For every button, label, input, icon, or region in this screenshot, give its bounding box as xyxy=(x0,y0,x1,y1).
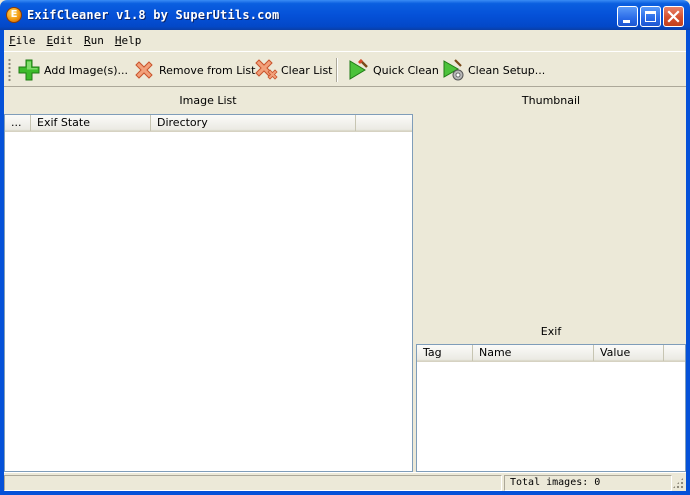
minimize-button[interactable] xyxy=(617,6,638,27)
clear-list-icon xyxy=(255,59,278,80)
column-header-name[interactable]: Name xyxy=(473,345,594,361)
toolbar-separator xyxy=(336,58,338,82)
total-images-status: Total images: 0 xyxy=(504,475,672,491)
status-panel-main xyxy=(4,475,502,491)
window-frame-bottom xyxy=(0,491,690,495)
clean-setup-label: Clean Setup... xyxy=(468,63,546,77)
column-header-directory[interactable]: Directory xyxy=(151,115,356,131)
maximize-button[interactable] xyxy=(640,6,661,27)
clear-list-button[interactable]: Clear List xyxy=(254,56,333,84)
thumbnail-title: Thumbnail xyxy=(521,94,581,107)
gear-play-icon xyxy=(443,59,464,81)
app-icon[interactable]: E xyxy=(6,7,22,23)
exif-list[interactable]: Tag Name Value xyxy=(416,344,686,472)
maximize-icon xyxy=(645,11,656,22)
toolbar: Add Image(s)... Remove from List Clear L… xyxy=(4,51,686,87)
window-frame-left xyxy=(0,30,4,495)
remove-x-icon xyxy=(135,61,153,79)
window-title: ExifCleaner v1.8 by SuperUtils.com xyxy=(27,8,280,22)
column-header-blank[interactable] xyxy=(356,115,412,131)
remove-from-list-button[interactable]: Remove from List xyxy=(132,56,255,84)
image-list[interactable]: ... Exif State Directory xyxy=(4,114,413,472)
add-images-label: Add Image(s)... xyxy=(44,63,129,77)
play-brush-icon xyxy=(349,59,368,80)
image-list-title: Image List xyxy=(179,94,237,107)
menu-edit[interactable]: Edit xyxy=(42,34,80,47)
close-icon xyxy=(667,10,680,23)
exif-list-header: Tag Name Value xyxy=(417,345,685,362)
column-header-extra[interactable] xyxy=(664,345,685,361)
column-header-exif-state[interactable]: Exif State xyxy=(31,115,151,131)
column-header-value[interactable]: Value xyxy=(594,345,664,361)
title-bar[interactable]: E ExifCleaner v1.8 by SuperUtils.com xyxy=(0,0,690,30)
menu-file[interactable]: File xyxy=(4,34,42,47)
quick-clean-label: Quick Clean xyxy=(373,63,439,77)
resize-grip[interactable] xyxy=(672,477,684,489)
toolbar-grip[interactable] xyxy=(8,58,11,82)
quick-clean-button[interactable]: Quick Clean xyxy=(346,56,439,84)
window-frame-right xyxy=(686,30,690,495)
minimize-icon xyxy=(623,20,630,23)
clean-setup-button[interactable]: Clean Setup... xyxy=(441,56,545,84)
image-list-header: ... Exif State Directory xyxy=(5,115,412,132)
remove-from-list-label: Remove from List xyxy=(159,63,256,77)
column-header-index[interactable]: ... xyxy=(5,115,31,131)
plus-icon xyxy=(18,59,40,81)
menu-bar: File Edit Run Help xyxy=(4,30,686,51)
menu-help[interactable]: Help xyxy=(110,34,148,47)
column-header-tag[interactable]: Tag xyxy=(417,345,473,361)
clear-list-label: Clear List xyxy=(281,63,333,77)
add-images-button[interactable]: Add Image(s)... xyxy=(17,56,128,84)
status-bar: Total images: 0 xyxy=(4,472,686,491)
exif-title: Exif xyxy=(540,325,562,338)
thumbnail-area xyxy=(416,112,686,322)
menu-run[interactable]: Run xyxy=(79,34,110,47)
close-button[interactable] xyxy=(663,6,684,27)
